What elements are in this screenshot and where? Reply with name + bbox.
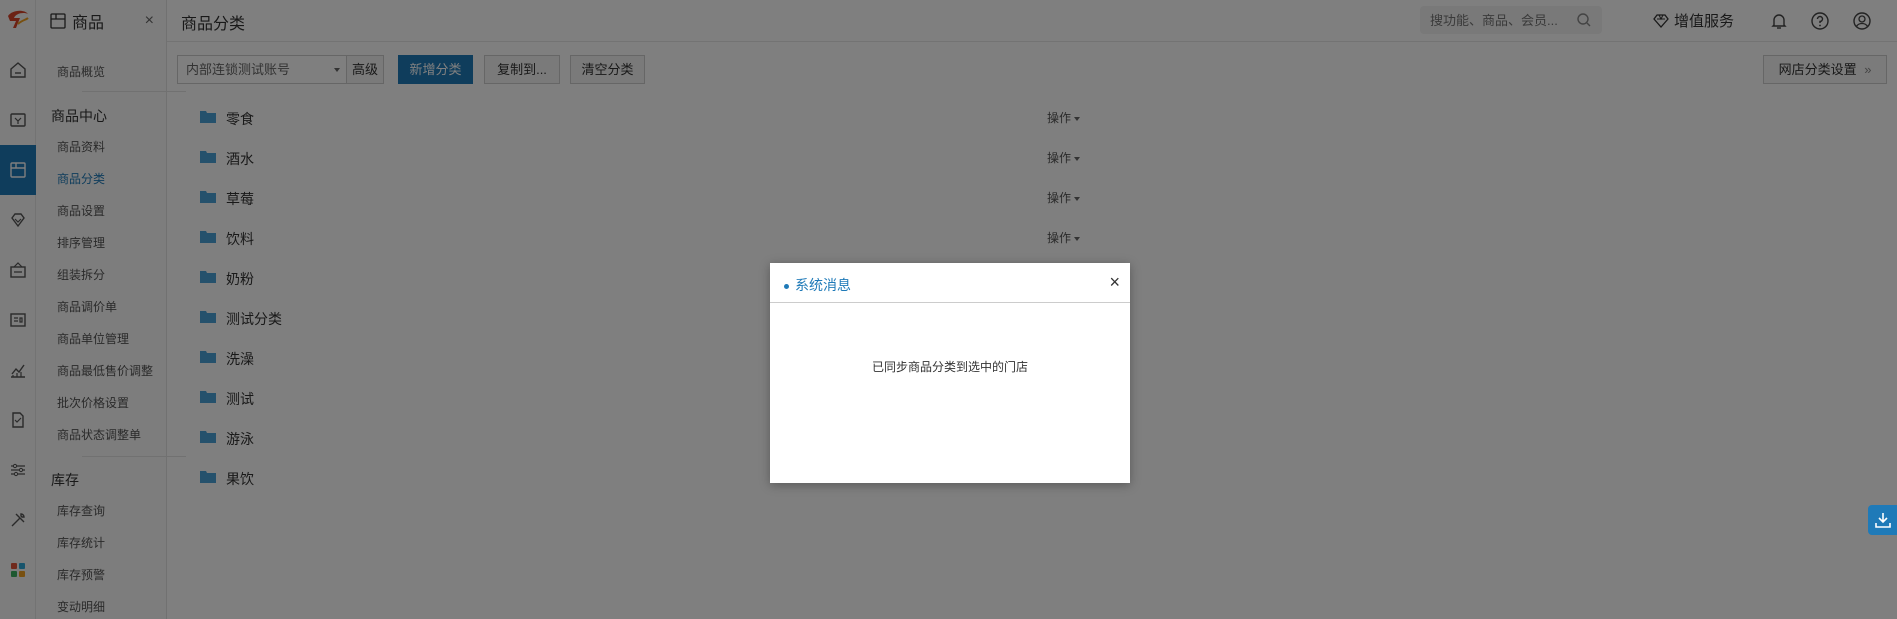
dialog-message: 已同步商品分类到选中的门店 [871, 360, 1028, 374]
download-icon [1874, 513, 1891, 528]
dialog-title-text: 系统消息 [795, 277, 851, 293]
download-button[interactable] [1868, 505, 1897, 535]
dialog-header: 系统消息 × [770, 263, 1130, 303]
dialog-close-icon[interactable]: × [1109, 272, 1120, 293]
dialog-title: 系统消息 [784, 275, 851, 295]
system-message-dialog: 系统消息 × 已同步商品分类到选中的门店 [770, 263, 1130, 483]
bullet-icon [784, 283, 789, 289]
